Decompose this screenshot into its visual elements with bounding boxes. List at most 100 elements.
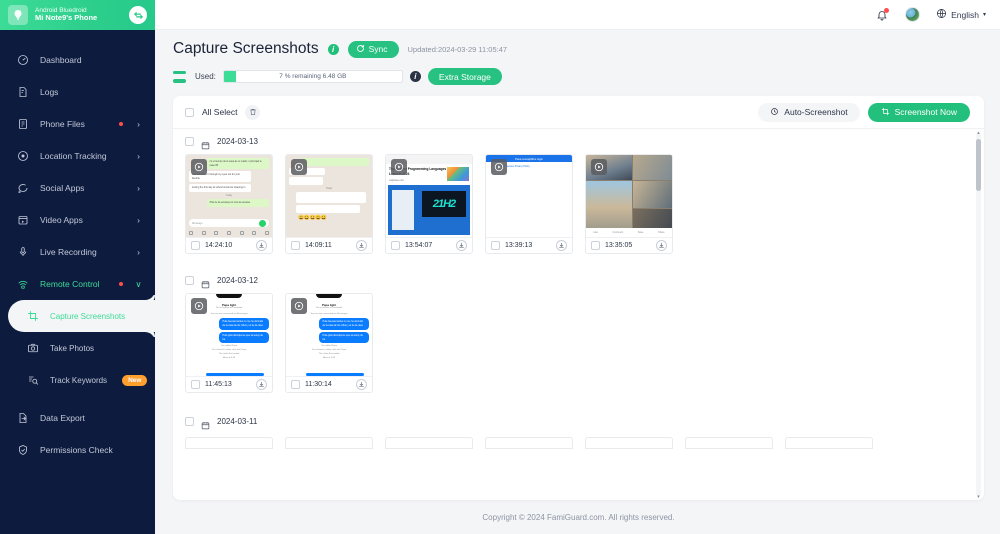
screenshot-thumbnail[interactable] — [685, 437, 773, 449]
download-icon[interactable] — [356, 240, 367, 251]
screenshot-thumbnail[interactable]: Today 😀😀😀😀😀 14:09:11 — [285, 154, 373, 254]
thumbnail-image[interactable]: mi el tiempo de la casa de tu madre o pr… — [186, 155, 272, 237]
language-selector[interactable]: English ▾ — [936, 8, 986, 21]
switch-device-icon[interactable] — [129, 6, 147, 24]
main-area: English ▾ Capture Screenshots i Sync Upd… — [155, 0, 1000, 534]
sidebar-item-video-apps[interactable]: Video Apps › — [0, 204, 155, 236]
thumbnail-checkbox[interactable] — [291, 380, 300, 389]
sidebar-item-take-photos[interactable]: Take Photos — [0, 332, 155, 364]
thumbnail-footer: 13:54:07 — [386, 237, 472, 253]
screenshot-thumbnail[interactable]: Papa light You're friends on Facebook Yo… — [285, 293, 373, 393]
chevron-right-icon: › — [137, 247, 140, 257]
notification-dot — [884, 7, 890, 13]
sidebar-item-permissions-check[interactable]: Permissions Check — [0, 434, 155, 466]
download-icon[interactable] — [456, 240, 467, 251]
sidebar-item-phone-files[interactable]: Phone Files › — [0, 108, 155, 140]
extra-storage-button[interactable]: Extra Storage — [427, 68, 502, 85]
notification-bell-icon[interactable] — [875, 7, 890, 22]
remote-control-icon — [16, 278, 29, 291]
sidebar-item-live-recording[interactable]: Live Recording › — [0, 236, 155, 268]
chat-bubble-out: Hola grás discúlpeme que tal estoy de ha — [319, 331, 369, 344]
scroll-thumb[interactable] — [976, 139, 981, 191]
date-group-checkbox[interactable] — [185, 417, 194, 426]
download-icon[interactable] — [356, 379, 367, 390]
chevron-down-icon: ∨ — [135, 278, 142, 289]
thumbnail-row: mi el tiempo de la casa de tu madre o pr… — [185, 154, 970, 258]
download-icon[interactable] — [256, 240, 267, 251]
info-icon[interactable]: i — [327, 43, 339, 55]
auto-screenshot-icon — [770, 107, 779, 118]
storage-info-icon[interactable]: i — [409, 71, 421, 82]
comment-label: Comment — [612, 231, 624, 234]
screenshot-thumbnail[interactable] — [485, 437, 573, 449]
sidebar-item-capture-screenshots[interactable]: Capture Screenshots — [8, 290, 155, 342]
download-icon[interactable] — [556, 240, 567, 251]
screenshot-thumbnail[interactable] — [185, 437, 273, 449]
sidebar-item-logs[interactable]: Logs — [0, 76, 155, 108]
calendar-icon — [201, 276, 210, 289]
export-file-icon — [16, 412, 29, 425]
download-icon[interactable] — [256, 379, 267, 390]
date-group-header[interactable]: 2024-03-13 — [185, 129, 970, 154]
unread-dot — [119, 282, 123, 286]
thumbnail-checkbox[interactable] — [591, 241, 600, 250]
sidebar-item-track-keywords[interactable]: Track Keywords New — [0, 364, 155, 396]
thumbnail-checkbox[interactable] — [191, 380, 200, 389]
download-icon[interactable] — [656, 240, 667, 251]
sidebar-item-label: Live Recording — [40, 247, 97, 257]
storage-row: Used: 7 % remaining 6.48 GB i Extra Stor… — [173, 68, 984, 85]
play-overlay-icon — [191, 298, 207, 314]
screenshot-thumbnail[interactable] — [585, 437, 673, 449]
card-toolbar: All Select Auto-Screenshot Screenshot No… — [173, 96, 984, 128]
sidebar-item-data-export[interactable]: Data Export — [0, 402, 155, 434]
auto-screenshot-button[interactable]: Auto-Screenshot — [758, 102, 860, 122]
screenshot-thumbnail[interactable]: mi el tiempo de la casa de tu madre o pr… — [185, 154, 273, 254]
thumbnail-image[interactable]: Pasa rescajidifire login ······· Termo o… — [486, 155, 572, 237]
scroll-up-arrow-icon[interactable]: ▴ — [976, 130, 981, 136]
screenshot-thumbnail[interactable]: Top 20 Best Programming Languages To Lea… — [385, 154, 473, 254]
sidebar-item-dashboard[interactable]: Dashboard — [0, 44, 155, 76]
screenshot-thumbnail[interactable] — [385, 437, 473, 449]
sidebar-item-label: Location Tracking — [40, 151, 107, 161]
avatar[interactable] — [905, 7, 921, 22]
date-group-checkbox[interactable] — [185, 137, 194, 146]
thumbnail-checkbox[interactable] — [391, 241, 400, 250]
thumbnail-image[interactable]: Today 😀😀😀😀😀 — [286, 155, 372, 237]
screenshot-now-label: Screenshot Now — [894, 107, 957, 117]
thumbnail-image[interactable]: Like Comment Save Share — [586, 155, 672, 237]
share-label: Share — [658, 231, 665, 234]
thumbnail-image[interactable]: Papa light You're friends on Facebook Yo… — [286, 294, 372, 376]
sidebar-item-label: Video Apps — [40, 215, 83, 225]
vertical-scrollbar[interactable]: ▴ ▾ — [976, 130, 981, 500]
sidebar-item-social-apps[interactable]: Social Apps › — [0, 172, 155, 204]
trash-icon[interactable] — [245, 104, 261, 120]
sync-button[interactable]: Sync — [347, 40, 399, 58]
thumbnail-checkbox[interactable] — [191, 241, 200, 250]
screenshots-scroll-area: 2024-03-13 mi el tiempo de la casa de tu… — [173, 128, 984, 500]
thumbnail-image[interactable]: Papa light You're friends on Facebook Yo… — [186, 294, 272, 376]
thumbnail-checkbox[interactable] — [491, 241, 500, 250]
banner-text: Pasa rescajidifire login — [515, 156, 543, 161]
all-select-checkbox[interactable] — [185, 107, 194, 117]
screenshot-thumbnail[interactable] — [785, 437, 873, 449]
thumbnail-footer: 11:45:13 — [186, 376, 272, 392]
play-overlay-icon — [291, 298, 307, 314]
device-header[interactable]: Android Bluedroid Mi Note9's Phone — [0, 0, 155, 30]
thumbnail-image[interactable]: Top 20 Best Programming Languages To Lea… — [386, 155, 472, 237]
sidebar-item-location-tracking[interactable]: Location Tracking › — [0, 140, 155, 172]
chevron-right-icon: › — [137, 151, 140, 161]
date-group-header[interactable]: 2024-03-11 — [185, 409, 970, 434]
screenshot-thumbnail[interactable]: Papa light You're friends on Facebook Yo… — [185, 293, 273, 393]
date-group-header[interactable]: 2024-03-12 — [185, 268, 970, 293]
sidebar-item-remote-control[interactable]: Remote Control ∨ — [0, 268, 155, 300]
camera-icon — [26, 342, 39, 355]
screenshot-thumbnail[interactable]: Pasa rescajidifire login ······· Termo o… — [485, 154, 573, 254]
screenshot-thumbnail[interactable] — [285, 437, 373, 449]
thumbnail-checkbox[interactable] — [291, 241, 300, 250]
scroll-down-arrow-icon[interactable]: ▾ — [976, 494, 981, 500]
date-group-checkbox[interactable] — [185, 276, 194, 285]
screenshot-thumbnail[interactable]: Like Comment Save Share 13:35:05 — [585, 154, 673, 254]
like-label: Like — [593, 231, 598, 234]
screenshot-now-button[interactable]: Screenshot Now — [867, 102, 970, 122]
storage-used-label: Used: — [195, 72, 216, 81]
